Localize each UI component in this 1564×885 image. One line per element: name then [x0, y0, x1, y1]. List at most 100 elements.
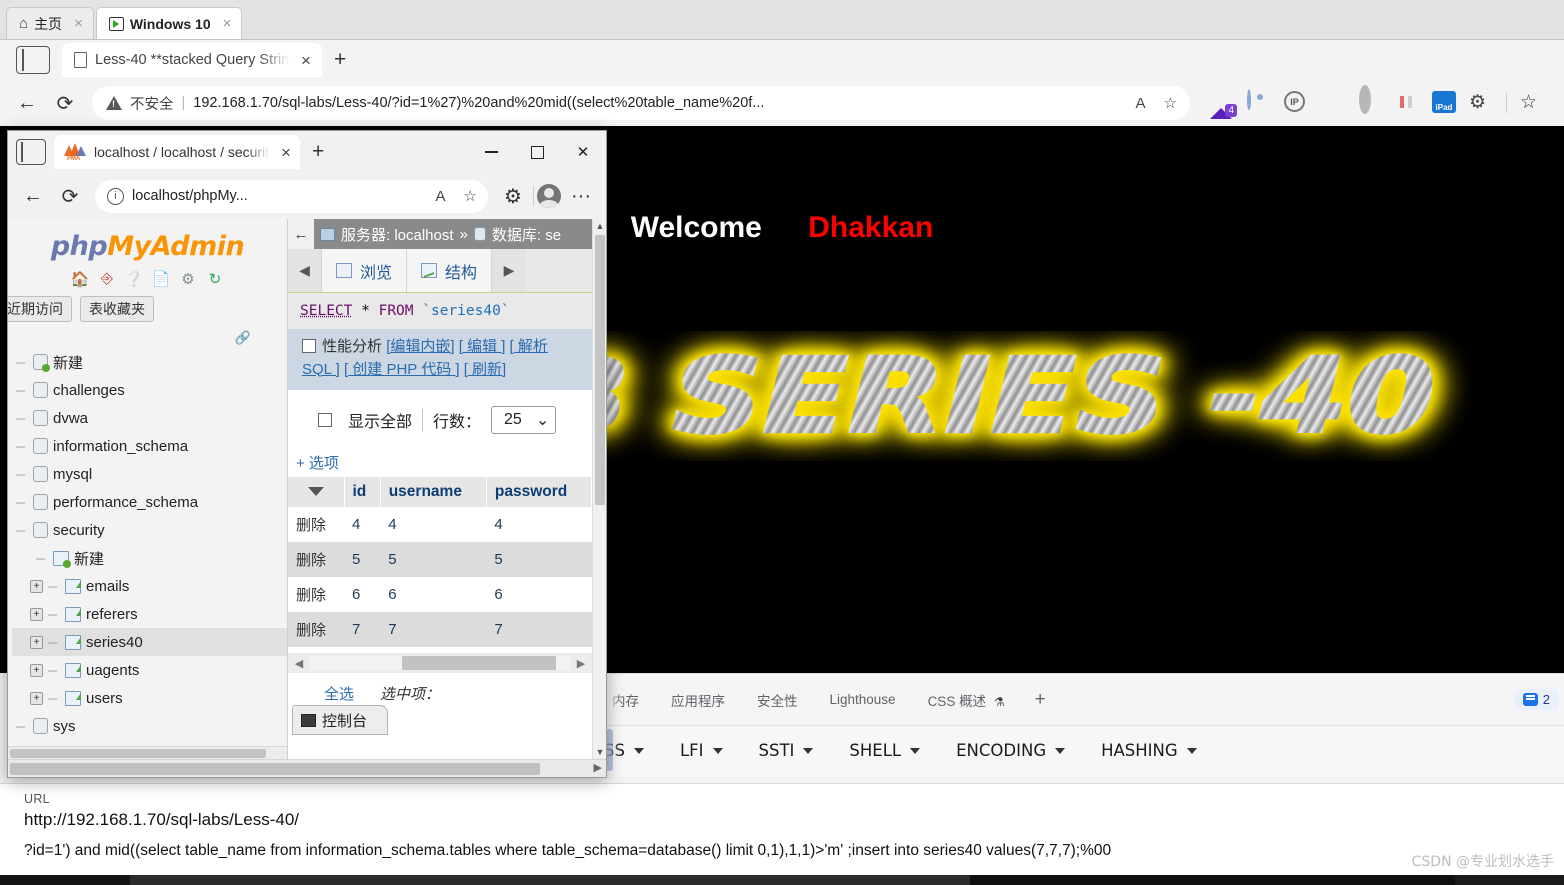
column-header-username[interactable]: username: [380, 477, 487, 507]
devtools-add-tab-button[interactable]: +: [1021, 689, 1060, 711]
tree-item-emails[interactable]: + ─ emails: [12, 572, 287, 600]
breadcrumb-back-icon[interactable]: ←: [288, 219, 314, 249]
pma-new-tab-button[interactable]: +: [300, 140, 336, 164]
pma-back-icon[interactable]: ←: [16, 179, 50, 213]
tabs-prev-icon[interactable]: ◀: [288, 249, 322, 292]
scrollbar-thumb[interactable]: [10, 749, 266, 758]
breadcrumb-server-label[interactable]: 服务器: localhost: [341, 224, 454, 245]
toggle-link-icon[interactable]: 🔗: [8, 330, 287, 346]
add-favorite-icon[interactable]: ☆: [1159, 94, 1182, 112]
devtools-tab-lighthouse[interactable]: Lighthouse: [814, 692, 912, 707]
help-icon[interactable]: ❔: [125, 269, 144, 288]
sec-menu-hashing[interactable]: HASHING: [1084, 741, 1214, 760]
address-bar[interactable]: 不安全 | 192.168.1.70/sql-labs/Less-40/?id=…: [92, 86, 1190, 120]
delete-row-link[interactable]: 删除: [288, 577, 344, 612]
results-horizontal-scrollbar[interactable]: ◀ ▶: [288, 653, 592, 673]
show-all-checkbox[interactable]: [318, 413, 332, 427]
table-row[interactable]: 删除 7 7 7: [288, 612, 592, 647]
close-window-button[interactable]: ✕: [560, 136, 606, 168]
expand-icon[interactable]: +: [30, 691, 43, 705]
pma-address-bar[interactable]: i localhost/phpMy... A ☆: [95, 179, 488, 213]
settings-gear-icon[interactable]: ⚙: [179, 269, 198, 288]
sec-menu-shell[interactable]: SHELL: [832, 741, 937, 760]
tree-item-users[interactable]: + ─ users: [12, 684, 287, 712]
inline-edit-link[interactable]: [编辑内嵌]: [386, 338, 454, 355]
sec-menu-ssti[interactable]: SSTI: [742, 741, 831, 760]
sec-menu-xss[interactable]: SS: [602, 741, 661, 760]
recent-tables-chip[interactable]: 近期访问: [8, 296, 72, 322]
devtools-tab-memory[interactable]: 内存: [606, 690, 655, 710]
options-toggle-link[interactable]: + 选项: [288, 444, 592, 477]
puzzle-extensions-icon[interactable]: ⚙: [1469, 91, 1493, 115]
devtools-message-badge[interactable]: 2: [1514, 689, 1558, 710]
minimize-button[interactable]: [468, 136, 514, 168]
console-button[interactable]: 控制台: [292, 705, 388, 735]
devtools-tab-css-overview[interactable]: CSS 概述 ⚗: [912, 690, 1021, 710]
pma-vertical-scrollbar[interactable]: ▲ ▼: [592, 219, 606, 759]
scrollbar-track[interactable]: [310, 656, 570, 670]
pma-reload-icon[interactable]: ⟳: [53, 179, 87, 213]
scrollbar-thumb[interactable]: [402, 656, 556, 670]
tree-item-new-database[interactable]: ─ 新建: [12, 348, 287, 376]
vm-tab-home[interactable]: ⌂ 主页 ×: [6, 7, 94, 39]
expand-icon[interactable]: +: [30, 635, 43, 649]
delete-row-link[interactable]: 删除: [288, 507, 344, 542]
edge-tab-less40[interactable]: Less-40 **stacked Query String t ×: [62, 43, 322, 77]
ring-extension-icon[interactable]: [1358, 85, 1382, 115]
scrollbar-thumb[interactable]: [595, 235, 605, 505]
tree-item-challenges[interactable]: ─ challenges: [12, 376, 287, 404]
tree-item-performance-schema[interactable]: ─ performance_schema: [12, 488, 287, 516]
site-info-icon[interactable]: i: [107, 187, 124, 205]
pma-tab[interactable]: PMA localhost / localhost / security / s…: [54, 135, 300, 169]
expand-icon[interactable]: +: [30, 607, 43, 621]
tree-item-mysql[interactable]: ─ mysql: [12, 460, 287, 488]
ip-lookup-extension-icon[interactable]: IP: [1284, 91, 1308, 115]
sec-menu-lfi[interactable]: LFI: [663, 741, 740, 760]
pma-add-favorite-icon[interactable]: ☆: [459, 187, 482, 205]
profiling-checkbox[interactable]: [302, 339, 316, 353]
pma-read-aloud-icon[interactable]: A: [431, 188, 451, 205]
back-icon[interactable]: ←: [10, 86, 44, 120]
devtools-tab-application[interactable]: 应用程序: [655, 690, 741, 710]
ipad-useragent-icon[interactable]: iPad: [1432, 91, 1456, 115]
avatar[interactable]: [537, 184, 561, 208]
expand-icon[interactable]: +: [30, 579, 43, 593]
delete-row-link[interactable]: 删除: [288, 612, 344, 647]
sec-menu-encoding[interactable]: ENCODING: [939, 741, 1082, 760]
tree-item-new-table[interactable]: ─ 新建: [12, 544, 287, 572]
tree-item-dvwa[interactable]: ─ dvwa: [12, 404, 287, 432]
create-php-code-link[interactable]: [ 创建 PHP 代码 ]: [344, 361, 460, 378]
tree-item-series40[interactable]: + ─ series40: [12, 628, 287, 656]
tree-item-sys[interactable]: ─ sys: [12, 712, 287, 740]
tree-item-uagents[interactable]: + ─ uagents: [12, 656, 287, 684]
sort-column-header[interactable]: [288, 477, 345, 507]
select-all-link[interactable]: 全选: [324, 683, 354, 704]
scroll-up-icon[interactable]: ▲: [593, 219, 606, 233]
tab-browse[interactable]: 浏览: [322, 249, 408, 292]
table-row[interactable]: 删除 6 6 6: [288, 577, 592, 612]
eye-extension-icon[interactable]: [1247, 89, 1271, 115]
exit-icon[interactable]: ⎆: [98, 269, 117, 288]
tabs-next-icon[interactable]: ▶: [492, 249, 527, 292]
pma-address-bar-url[interactable]: localhost/phpMy...: [132, 188, 248, 204]
tab-actions-icon[interactable]: [16, 46, 50, 74]
rows-per-page-select[interactable]: 25 ⌄: [491, 406, 557, 434]
scroll-down-icon[interactable]: ▼: [593, 745, 606, 759]
scroll-right-icon[interactable]: ▶: [570, 657, 592, 670]
delete-row-link[interactable]: 删除: [288, 542, 344, 577]
reload-icon[interactable]: ↻: [206, 269, 225, 288]
vm-tab-windows10-close[interactable]: ×: [223, 15, 232, 32]
reload-icon[interactable]: ⟳: [48, 86, 82, 120]
vm-tab-home-close[interactable]: ×: [74, 15, 83, 32]
expand-icon[interactable]: +: [30, 663, 43, 677]
address-bar-url[interactable]: 192.168.1.70/sql-labs/Less-40/?id=1%27)%…: [193, 95, 1122, 111]
adblock-shield-icon[interactable]: [1321, 91, 1345, 115]
column-header-id[interactable]: id: [344, 477, 381, 507]
collections-icon[interactable]: ⚙: [496, 179, 530, 213]
tree-item-referers[interactable]: + ─ referers: [12, 600, 287, 628]
favorites-list-icon[interactable]: ☆: [1520, 91, 1544, 115]
home-icon[interactable]: 🏠: [71, 269, 90, 288]
table-row[interactable]: 删除 5 5 5: [288, 542, 592, 577]
table-row[interactable]: 删除 4 4 4: [288, 507, 592, 542]
tab-structure[interactable]: 结构: [407, 249, 493, 292]
